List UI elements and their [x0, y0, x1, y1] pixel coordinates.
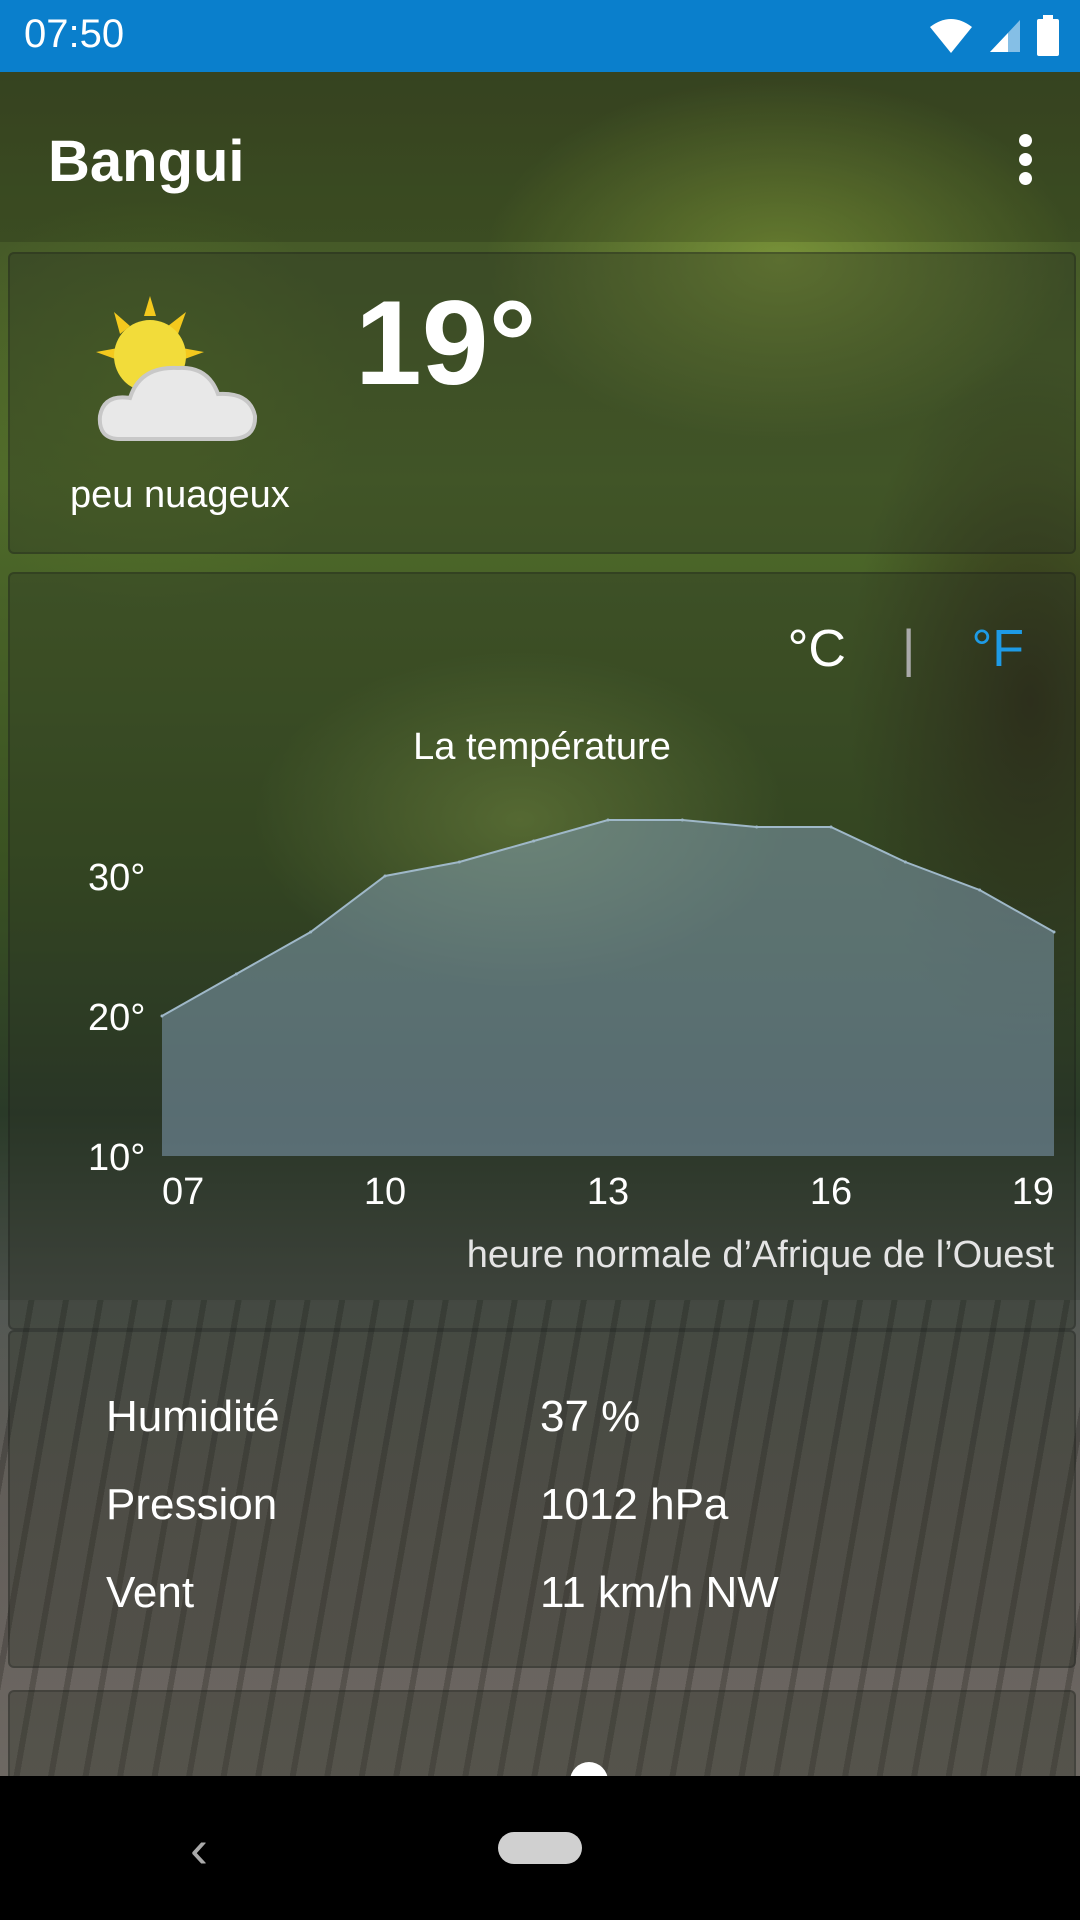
- temperature-point: [829, 825, 833, 829]
- y-tick-label: 20°: [88, 997, 145, 1039]
- x-tick-label: 10: [364, 1171, 406, 1213]
- pressure-label: Pression: [106, 1480, 278, 1529]
- temperature-point: [755, 825, 759, 829]
- temperature-chart-panel: °C | °F La température 10° 20° 30° 07 10 13 16 1…: [8, 572, 1076, 1330]
- city-title: Bangui: [48, 129, 245, 194]
- wind-label: Vent: [106, 1568, 195, 1617]
- temperature-point: [532, 839, 536, 843]
- temperature-point: [234, 972, 238, 976]
- overflow-menu-button[interactable]: [1000, 128, 1050, 198]
- current-temperature: 19°: [355, 276, 537, 410]
- menu-dot: [1018, 153, 1032, 166]
- status-time: 07:50: [24, 12, 125, 56]
- app-bar: Bangui: [0, 72, 1080, 242]
- x-tick-label: 13: [587, 1171, 629, 1213]
- details-panel: Humidité 37 % Pression 1012 hPa Vent 11 …: [8, 1330, 1076, 1668]
- temperature-point: [978, 888, 982, 892]
- status-icons: [928, 14, 1060, 58]
- timezone-label: heure normale d’Afrique de l’Ouest: [466, 1234, 1054, 1276]
- status-bar: 07:50: [0, 0, 1080, 72]
- temperature-point: [457, 860, 461, 864]
- temperature-chart: La température 10° 20° 30° 07 10 13 16 19: [88, 726, 1056, 1213]
- wifi-icon: [930, 19, 972, 53]
- menu-dot: [1018, 172, 1032, 185]
- partly-cloudy-icon: [96, 296, 258, 441]
- temperature-point: [309, 930, 313, 934]
- signal-icon: [990, 20, 1020, 52]
- temperature-point: [903, 860, 907, 864]
- humidity-label: Humidité: [106, 1392, 280, 1441]
- humidity-value: 37 %: [540, 1392, 641, 1441]
- battery-icon: [1037, 15, 1059, 56]
- next-panel: [8, 1690, 1076, 1784]
- chart-title: La température: [413, 726, 671, 768]
- temperature-point: [383, 874, 387, 878]
- navigation-bar: ‹: [0, 1776, 1080, 1920]
- x-tick-label: 16: [810, 1171, 852, 1213]
- temperature-point: [1052, 930, 1056, 934]
- x-tick-label: 19: [1012, 1171, 1054, 1213]
- back-button[interactable]: ‹: [190, 1818, 208, 1880]
- home-button[interactable]: [498, 1832, 582, 1864]
- current-weather-panel: peu nuageux 19°: [8, 252, 1076, 554]
- menu-dot: [1018, 134, 1032, 147]
- condition-text: peu nuageux: [70, 474, 290, 516]
- x-tick-label: 07: [162, 1171, 204, 1213]
- y-tick-label: 10°: [88, 1137, 145, 1179]
- temperature-area: [162, 820, 1054, 1156]
- temperature-point: [606, 818, 610, 822]
- temperature-point: [160, 1014, 164, 1018]
- pressure-value: 1012 hPa: [540, 1480, 729, 1529]
- y-tick-label: 30°: [88, 857, 145, 899]
- temperature-point: [680, 818, 684, 822]
- wind-value: 11 km/h NW: [540, 1568, 779, 1617]
